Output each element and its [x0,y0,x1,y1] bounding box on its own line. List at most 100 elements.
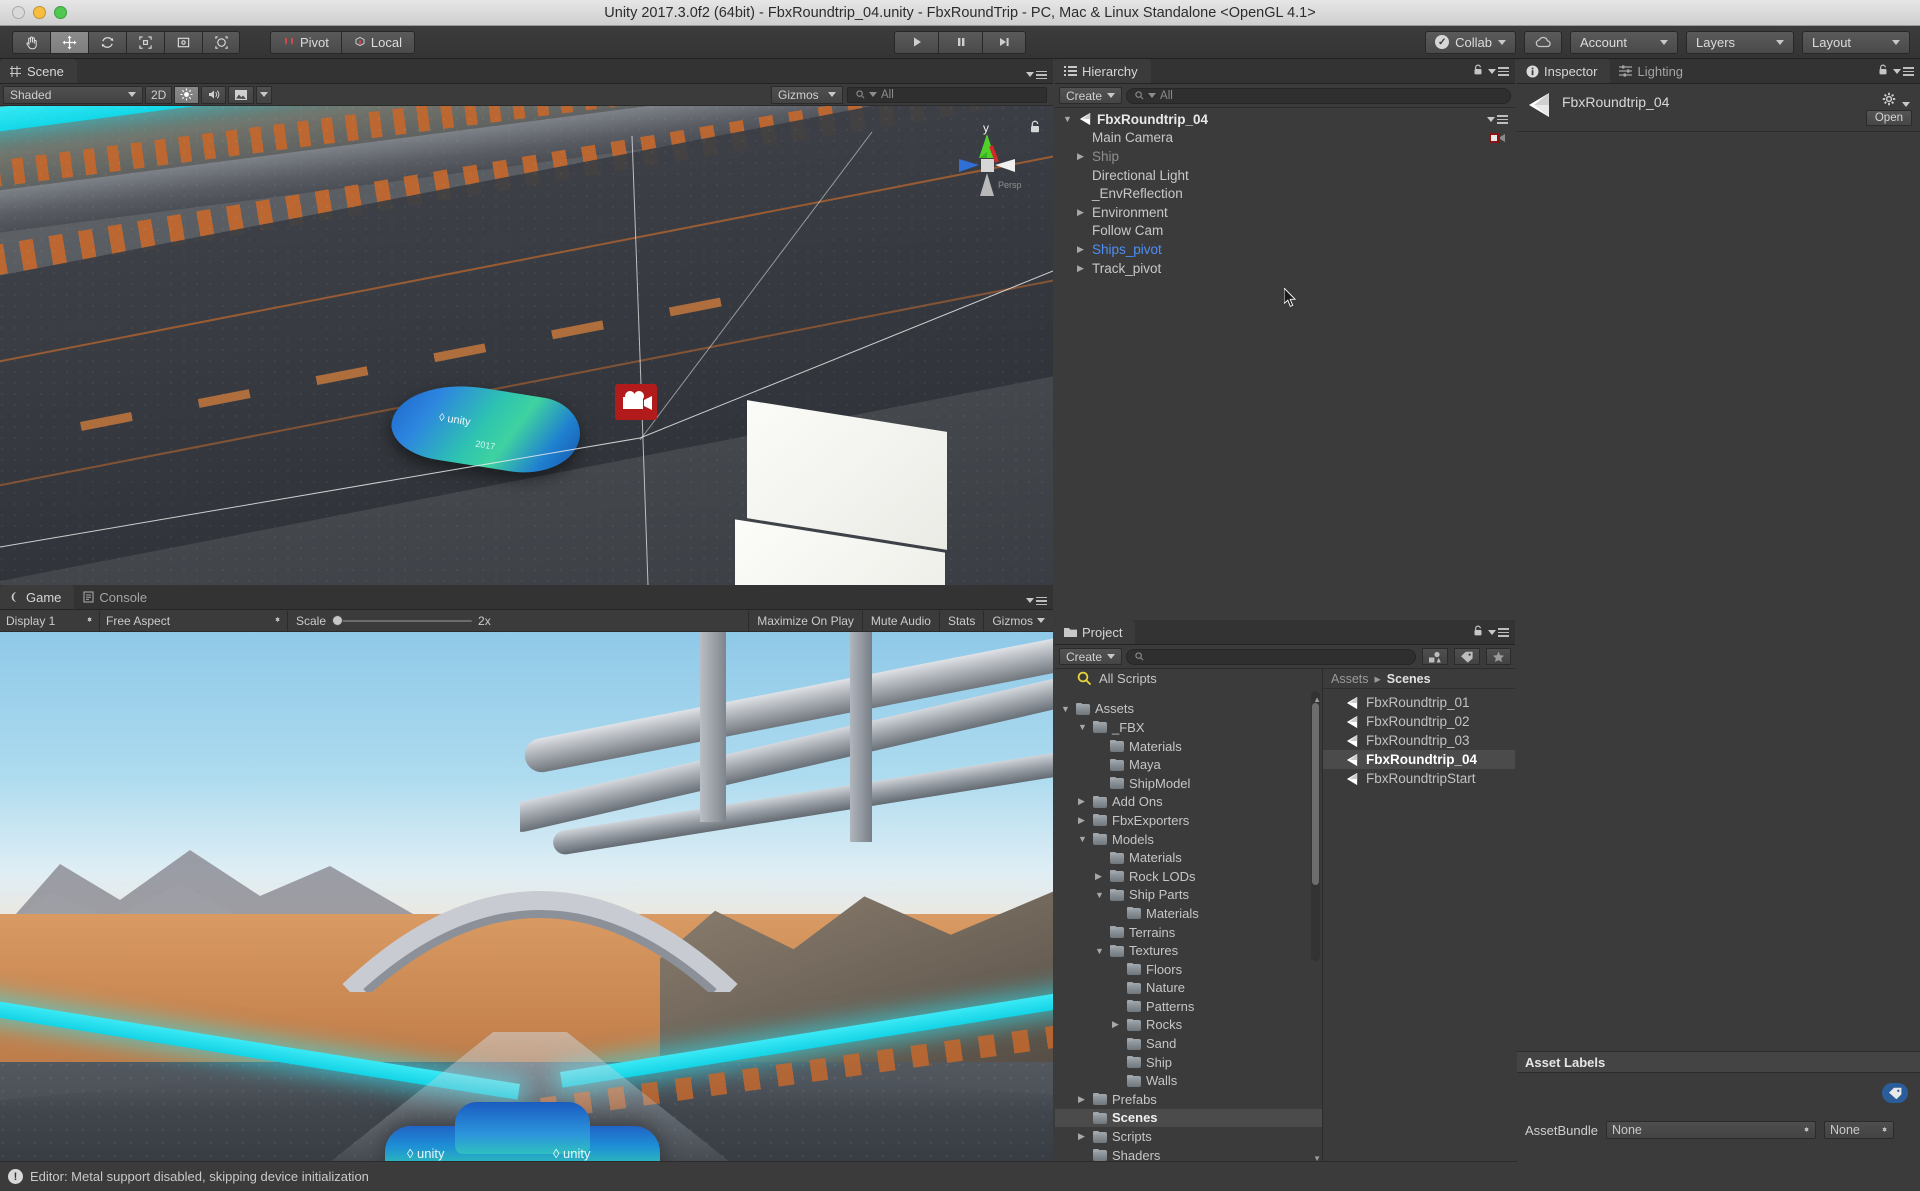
disclosure-triangle-icon[interactable] [1112,1019,1123,1030]
toggle-2d-button[interactable]: 2D [145,85,173,104]
favorites-button[interactable] [1486,648,1511,665]
scene-lighting-toggle[interactable] [174,85,200,104]
local-toggle-button[interactable]: Local [340,30,415,54]
scene-fx-toggle[interactable] [228,85,255,104]
project-tree-item-sand[interactable]: Sand [1055,1034,1322,1053]
asset-item-fbxroundtrip_04[interactable]: FbxRoundtrip_04 [1323,750,1515,769]
status-bar[interactable]: ! Editor: Metal support disabled, skippi… [0,1161,1517,1191]
scale-slider[interactable] [332,615,473,627]
assetbundle-variant-select[interactable]: None ▲ ▼ [1824,1121,1894,1139]
cloud-services-button[interactable] [1524,30,1562,54]
panel-menu-icon[interactable] [1488,67,1509,76]
move-tool-button[interactable] [50,30,88,54]
project-tree-scrollbar[interactable] [1311,691,1320,961]
disclosure-triangle-icon[interactable] [1077,151,1088,162]
project-tree-item-assets[interactable]: Assets [1055,700,1322,719]
project-tree-item-patterns[interactable]: Patterns [1055,997,1322,1016]
aspect-dropdown[interactable]: Free Aspect ▲ ▼ [100,610,288,631]
tab-lighting[interactable]: Lighting [1610,59,1696,83]
play-button[interactable] [894,30,938,54]
project-tree-item-scenes[interactable]: Scenes [1055,1108,1322,1128]
step-button[interactable] [982,30,1026,54]
hierarchy-item-follow-cam[interactable]: Follow Cam [1055,222,1515,241]
asset-item-fbxroundtrip_01[interactable]: FbxRoundtrip_01 [1323,693,1515,712]
project-tree-item-ship-parts[interactable]: Ship Parts [1055,886,1322,905]
disclosure-triangle-icon[interactable] [1063,114,1074,124]
scroll-up-arrow[interactable]: ▲ [1313,695,1321,704]
add-label-button[interactable] [1882,1083,1908,1103]
hierarchy-item-ships-pivot[interactable]: Ships_pivot [1055,240,1515,259]
shading-mode-dropdown[interactable]: Shaded [3,85,143,104]
project-search-input[interactable] [1126,648,1416,665]
account-button[interactable]: Account [1570,30,1678,54]
disclosure-triangle-icon[interactable] [1078,1094,1089,1105]
project-tree[interactable]: Assets _FBX Materials Maya ShipModel Add Ons F… [1055,700,1322,1165]
scene-orientation-gizmo[interactable]: y Persp [949,118,1025,204]
asset-item-fbxroundtrip_03[interactable]: FbxRoundtrip_03 [1323,731,1515,750]
tab-game[interactable]: Game [0,585,75,609]
rect-tool-button[interactable] [164,30,202,54]
project-tree-item-materials[interactable]: Materials [1055,737,1322,756]
disclosure-triangle-icon[interactable] [1078,834,1089,844]
tab-inspector[interactable]: Inspector [1517,59,1611,83]
display-dropdown[interactable]: Display 1 ▲ ▼ [0,610,100,631]
disclosure-triangle-icon[interactable] [1078,796,1089,807]
hierarchy-item-environment[interactable]: Environment [1055,203,1515,222]
game-gizmos-button[interactable]: Gizmos [983,610,1053,631]
panel-menu-icon[interactable] [1026,596,1047,605]
game-tab-tools[interactable] [1026,596,1047,605]
scale-tool-button[interactable] [126,30,164,54]
disclosure-triangle-icon[interactable] [1078,815,1089,826]
mute-audio-button[interactable]: Mute Audio [861,610,939,631]
filter-all-scripts[interactable]: All Scripts [1055,669,1322,688]
project-create-button[interactable]: Create [1059,648,1123,665]
project-tree-pane[interactable]: All Scripts Assets_FBXMaterialsMayaShipM… [1055,669,1323,1191]
filter-by-label-button[interactable] [1454,648,1480,665]
disclosure-triangle-icon[interactable] [1095,890,1106,900]
tab-scene[interactable]: Scene [0,59,77,83]
project-asset-list[interactable]: FbxRoundtrip_01 FbxRoundtrip_02 FbxRoundtr… [1323,689,1515,788]
project-tree-item-floors[interactable]: Floors [1055,960,1322,979]
hierarchy-create-button[interactable]: Create [1059,87,1123,104]
tab-hierarchy[interactable]: Hierarchy [1055,59,1151,83]
disclosure-triangle-icon[interactable] [1095,946,1106,956]
scene-context-menu-icon[interactable] [1487,115,1508,124]
hierarchy-item-directional-light[interactable]: Directional Light [1055,166,1515,185]
project-assets-pane[interactable]: Assets ▸ Scenes FbxRoundtrip_01 FbxRoundt… [1323,669,1515,1191]
disclosure-triangle-icon[interactable] [1078,1131,1089,1142]
hand-tool-button[interactable] [12,30,50,54]
pivot-toggle-button[interactable]: Pivot [270,30,341,54]
panel-menu-icon[interactable] [1893,67,1914,76]
project-tree-item-walls[interactable]: Walls [1055,1071,1322,1090]
inspector-tab-tools[interactable] [1878,64,1914,79]
hierarchy-item-track-pivot[interactable]: Track_pivot [1055,259,1515,278]
asset-item-fbxroundtrip_02[interactable]: FbxRoundtrip_02 [1323,712,1515,731]
game-viewport[interactable]: ◊ unity ◊ unity [0,632,1053,1186]
project-tree-item-textures[interactable]: Textures [1055,941,1322,960]
collab-button[interactable]: ✓ Collab [1425,30,1516,54]
hierarchy-item-envreflection[interactable]: _EnvReflection [1055,184,1515,203]
lock-icon[interactable] [1473,64,1483,79]
hierarchy-tab-tools[interactable] [1473,64,1509,79]
project-tree-item-models[interactable]: Models [1055,830,1322,849]
project-tree-item-maya[interactable]: Maya [1055,755,1322,774]
project-tab-tools[interactable] [1473,625,1509,640]
maximize-on-play-button[interactable]: Maximize On Play [748,610,862,631]
scene-audio-toggle[interactable] [201,85,227,104]
hierarchy-item-ship[interactable]: Ship [1055,147,1515,166]
hierarchy-list[interactable]: FbxRoundtrip_04 Main Camera Ship Directiona… [1055,108,1515,277]
hierarchy-item-main-camera[interactable]: Main Camera [1055,129,1515,148]
filter-by-type-button[interactable] [1422,648,1448,665]
project-tree-item-add-ons[interactable]: Add Ons [1055,793,1322,812]
rotate-tool-button[interactable] [88,30,126,54]
disclosure-triangle-icon[interactable] [1061,704,1072,714]
disclosure-triangle-icon[interactable] [1077,207,1088,218]
disclosure-triangle-icon[interactable] [1077,244,1088,255]
scene-viewport[interactable]: ◊ unity 2017 y Persp [0,106,1053,585]
panel-menu-icon[interactable] [1488,628,1509,637]
disclosure-triangle-icon[interactable] [1095,871,1106,882]
project-tree-item-rock-lods[interactable]: Rock LODs [1055,867,1322,886]
stats-button[interactable]: Stats [938,610,983,631]
scene-lock-icon[interactable] [1029,120,1041,137]
scene-search-input[interactable]: All [847,86,1047,103]
